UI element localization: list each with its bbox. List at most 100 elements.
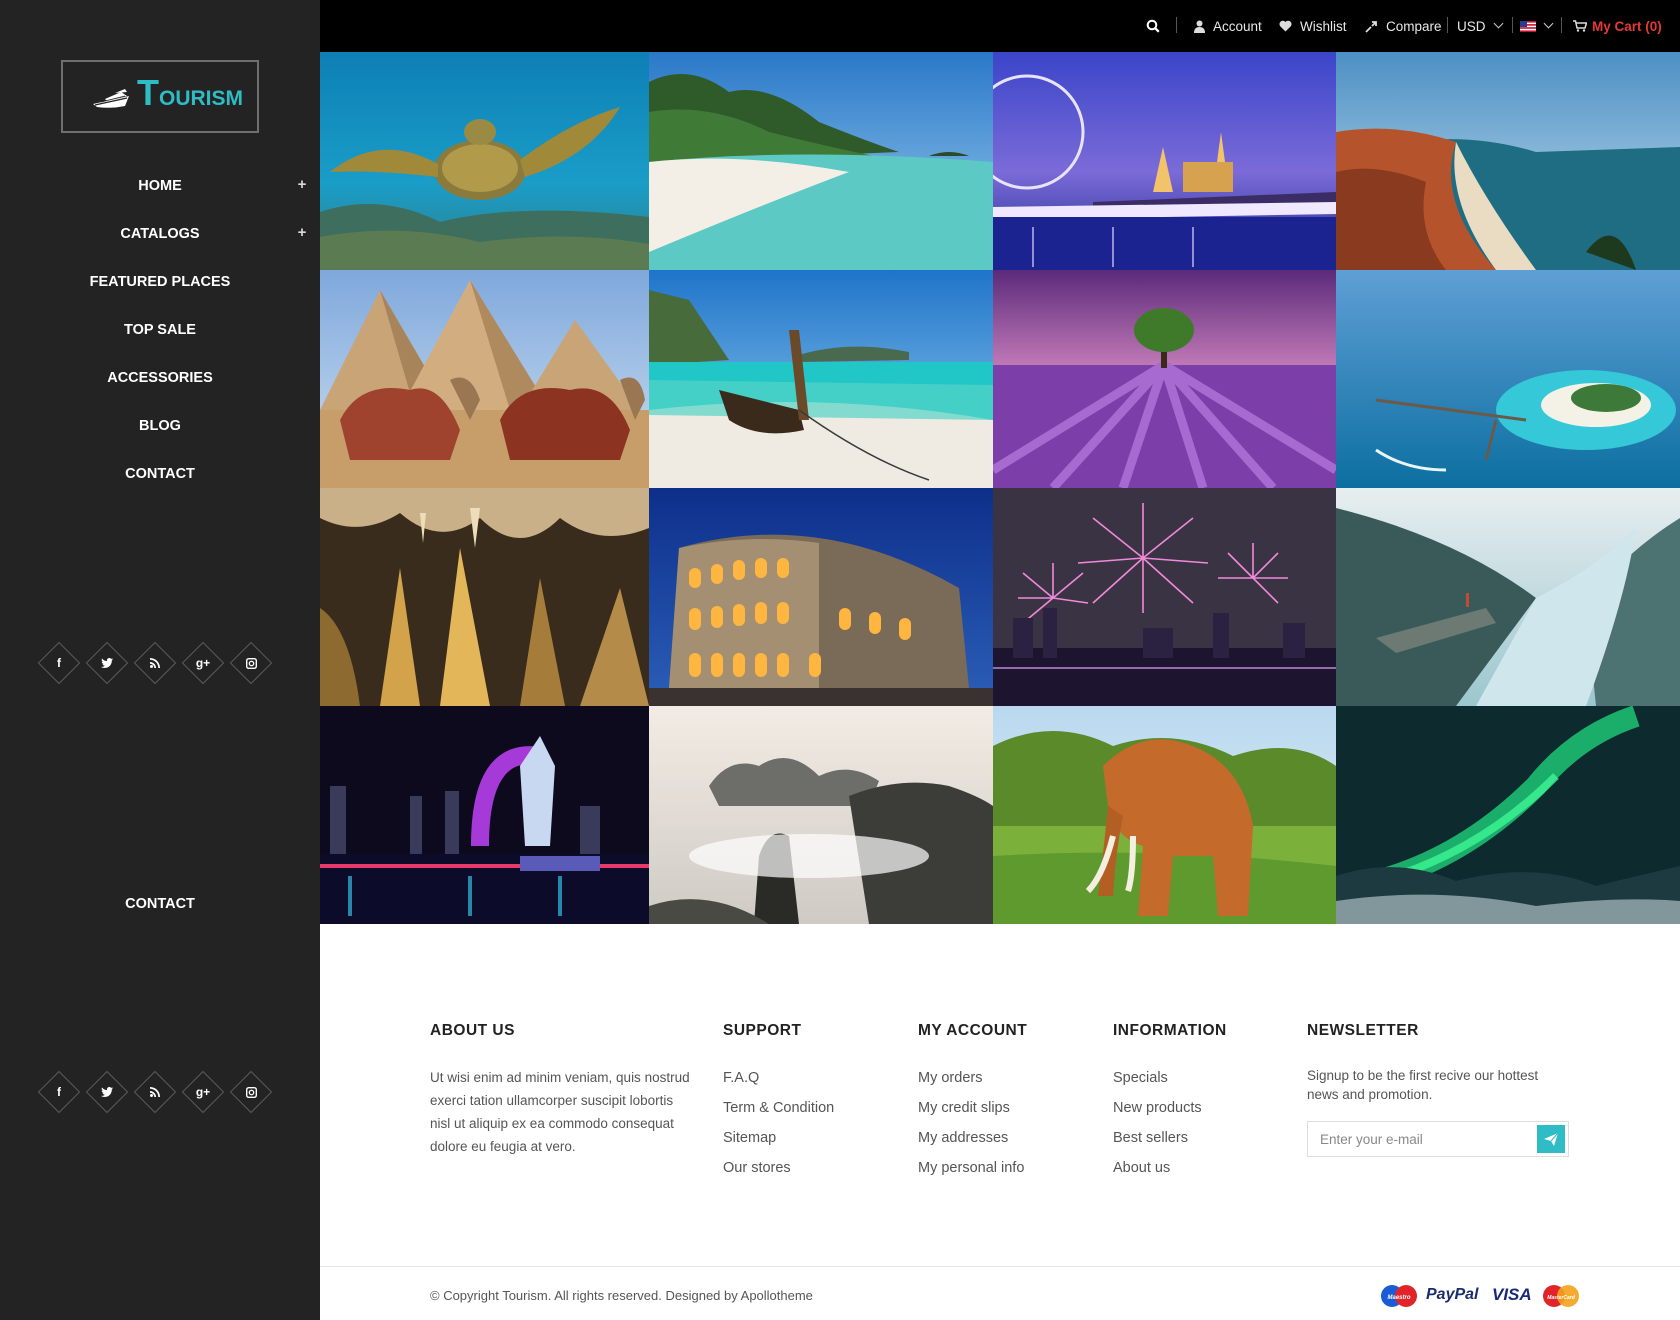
support-title: SUPPORT: [723, 1022, 802, 1039]
svg-text:Maestro: Maestro: [1387, 1295, 1410, 1301]
compare-link[interactable]: Compare: [1365, 0, 1442, 52]
payment-methods: Maestro PayPal VISA MasterCard: [1380, 1282, 1580, 1310]
chevron-down-icon: [1543, 18, 1554, 29]
gallery-tile-longtail-boat[interactable]: [649, 270, 993, 488]
copyright-text: © Copyright Tourism. All rights reserved…: [430, 1288, 813, 1303]
support-link-faq[interactable]: F.A.Q: [723, 1070, 759, 1086]
google-plus-link[interactable]: g+: [180, 1069, 226, 1115]
nav-catalogs-label: CATALOGS: [120, 226, 200, 242]
gallery-tile-fireworks-city[interactable]: [993, 488, 1336, 706]
nav-accessories-label: ACCESSORIES: [107, 370, 213, 386]
gallery-tile-white-sand-beach[interactable]: [649, 52, 993, 270]
compare-icon: [1365, 20, 1377, 33]
facebook-icon: f: [57, 1085, 61, 1099]
twitter-link[interactable]: [84, 640, 130, 686]
about-title: ABOUT US: [430, 1022, 515, 1039]
facebook-link[interactable]: f: [36, 640, 82, 686]
gallery-tile-red-cliff-coast[interactable]: [1336, 52, 1680, 270]
language-select[interactable]: [1520, 0, 1554, 52]
expand-plus-icon[interactable]: +: [294, 225, 310, 241]
instagram-link[interactable]: [228, 640, 274, 686]
gallery-tile-misty-mountains[interactable]: [649, 706, 993, 924]
logo[interactable]: TOURISM: [61, 60, 259, 133]
info-link-new-products[interactable]: New products: [1113, 1100, 1202, 1116]
visa-logo: VISA: [1492, 1285, 1532, 1304]
facebook-icon: f: [57, 656, 61, 670]
cart-icon: [1573, 20, 1587, 32]
instagram-icon: [228, 640, 274, 686]
wishlist-label: Wishlist: [1300, 18, 1347, 34]
info-link-about-us[interactable]: About us: [1113, 1160, 1170, 1176]
nav-home-label: HOME: [138, 178, 182, 194]
gallery-tile-fjord-cliff[interactable]: [1336, 488, 1680, 706]
top-bar: Account Wishlist Compare USD My Cart (0): [320, 0, 1680, 52]
nav-blog[interactable]: BLOG: [0, 411, 320, 441]
nav-contact[interactable]: CONTACT: [0, 459, 320, 489]
rss-link[interactable]: [132, 1069, 178, 1115]
account-link-orders[interactable]: My orders: [918, 1070, 982, 1086]
expand-plus-icon[interactable]: +: [294, 177, 310, 193]
sidebar-contact[interactable]: CONTACT: [0, 889, 320, 919]
cart-link[interactable]: My Cart (0): [1573, 0, 1662, 52]
gallery-tile-cave-stalactites[interactable]: [320, 488, 649, 706]
info-link-specials[interactable]: Specials: [1113, 1070, 1168, 1086]
nav-home[interactable]: HOME +: [0, 171, 320, 201]
twitter-icon: [84, 640, 130, 686]
account-link-addresses[interactable]: My addresses: [918, 1130, 1008, 1146]
account-link-personal-info[interactable]: My personal info: [918, 1160, 1024, 1176]
newsletter-form: [1307, 1121, 1569, 1157]
facebook-link[interactable]: f: [36, 1069, 82, 1115]
gallery-tile-tropical-island-resort[interactable]: [1336, 270, 1680, 488]
social-links: f g+: [36, 640, 276, 686]
nav-top-sale[interactable]: TOP SALE: [0, 315, 320, 345]
search-icon: [1146, 19, 1160, 33]
compare-label: Compare: [1386, 18, 1442, 34]
us-flag-icon: [1520, 20, 1536, 32]
newsletter-title: NEWSLETTER: [1307, 1022, 1419, 1039]
support-link-sitemap[interactable]: Sitemap: [723, 1130, 776, 1146]
mastercard-icon: MasterCard: [1543, 1285, 1579, 1307]
svg-text:MasterCard: MasterCard: [1547, 1295, 1575, 1301]
nav-catalogs[interactable]: CATALOGS +: [0, 219, 320, 249]
wishlist-link[interactable]: Wishlist: [1279, 0, 1347, 52]
gallery-tile-colosseum-night[interactable]: [649, 488, 993, 706]
currency-select[interactable]: USD: [1457, 0, 1503, 52]
support-link-stores[interactable]: Our stores: [723, 1160, 791, 1176]
nav-featured-places-label: FEATURED PLACES: [89, 274, 231, 290]
gallery-tile-elephant-savanna[interactable]: [993, 706, 1336, 924]
gallery-tile-london-eye-night[interactable]: [993, 52, 1336, 270]
account-link[interactable]: Account: [1194, 0, 1262, 52]
gallery-tile-aurora-borealis[interactable]: [1336, 706, 1680, 924]
twitter-link[interactable]: [84, 1069, 130, 1115]
maestro-icon: Maestro: [1381, 1285, 1417, 1307]
my-account-title: MY ACCOUNT: [918, 1022, 1028, 1039]
divider: [1561, 17, 1562, 33]
gallery-tile-pyramids-camels[interactable]: [320, 270, 649, 488]
newsletter-submit-button[interactable]: [1537, 1125, 1565, 1153]
google-plus-link[interactable]: g+: [180, 640, 226, 686]
newsletter-email-input[interactable]: [1308, 1122, 1536, 1156]
search-button[interactable]: [1146, 0, 1160, 52]
nav-featured-places[interactable]: FEATURED PLACES: [0, 267, 320, 297]
about-text: Ut wisi enim ad minim veniam, quis nostr…: [430, 1070, 690, 1154]
divider: [1512, 17, 1513, 33]
user-icon: [1194, 20, 1205, 33]
account-link-credit-slips[interactable]: My credit slips: [918, 1100, 1010, 1116]
footer-divider: [320, 1266, 1680, 1267]
chevron-down-icon: [1493, 18, 1503, 29]
cart-label: My Cart (0): [1592, 18, 1662, 34]
info-link-best-sellers[interactable]: Best sellers: [1113, 1130, 1188, 1146]
rss-icon: [132, 640, 178, 686]
rss-link[interactable]: [132, 640, 178, 686]
gallery-tile-lavender-field-tree[interactable]: [993, 270, 1336, 488]
nav-accessories[interactable]: ACCESSORIES: [0, 363, 320, 393]
gallery-tile-sea-turtle[interactable]: [320, 52, 649, 270]
heart-icon: [1279, 20, 1292, 32]
social-links-bottom: f g+: [36, 1069, 276, 1115]
gallery-tile-dragon-fountain-night[interactable]: [320, 706, 649, 924]
newsletter-text: Signup to be the first recive our hottes…: [1307, 1068, 1539, 1102]
support-link-terms[interactable]: Term & Condition: [723, 1100, 834, 1116]
instagram-link[interactable]: [228, 1069, 274, 1115]
paper-plane-icon: [1544, 1132, 1558, 1146]
destination-gallery: [320, 52, 1680, 924]
